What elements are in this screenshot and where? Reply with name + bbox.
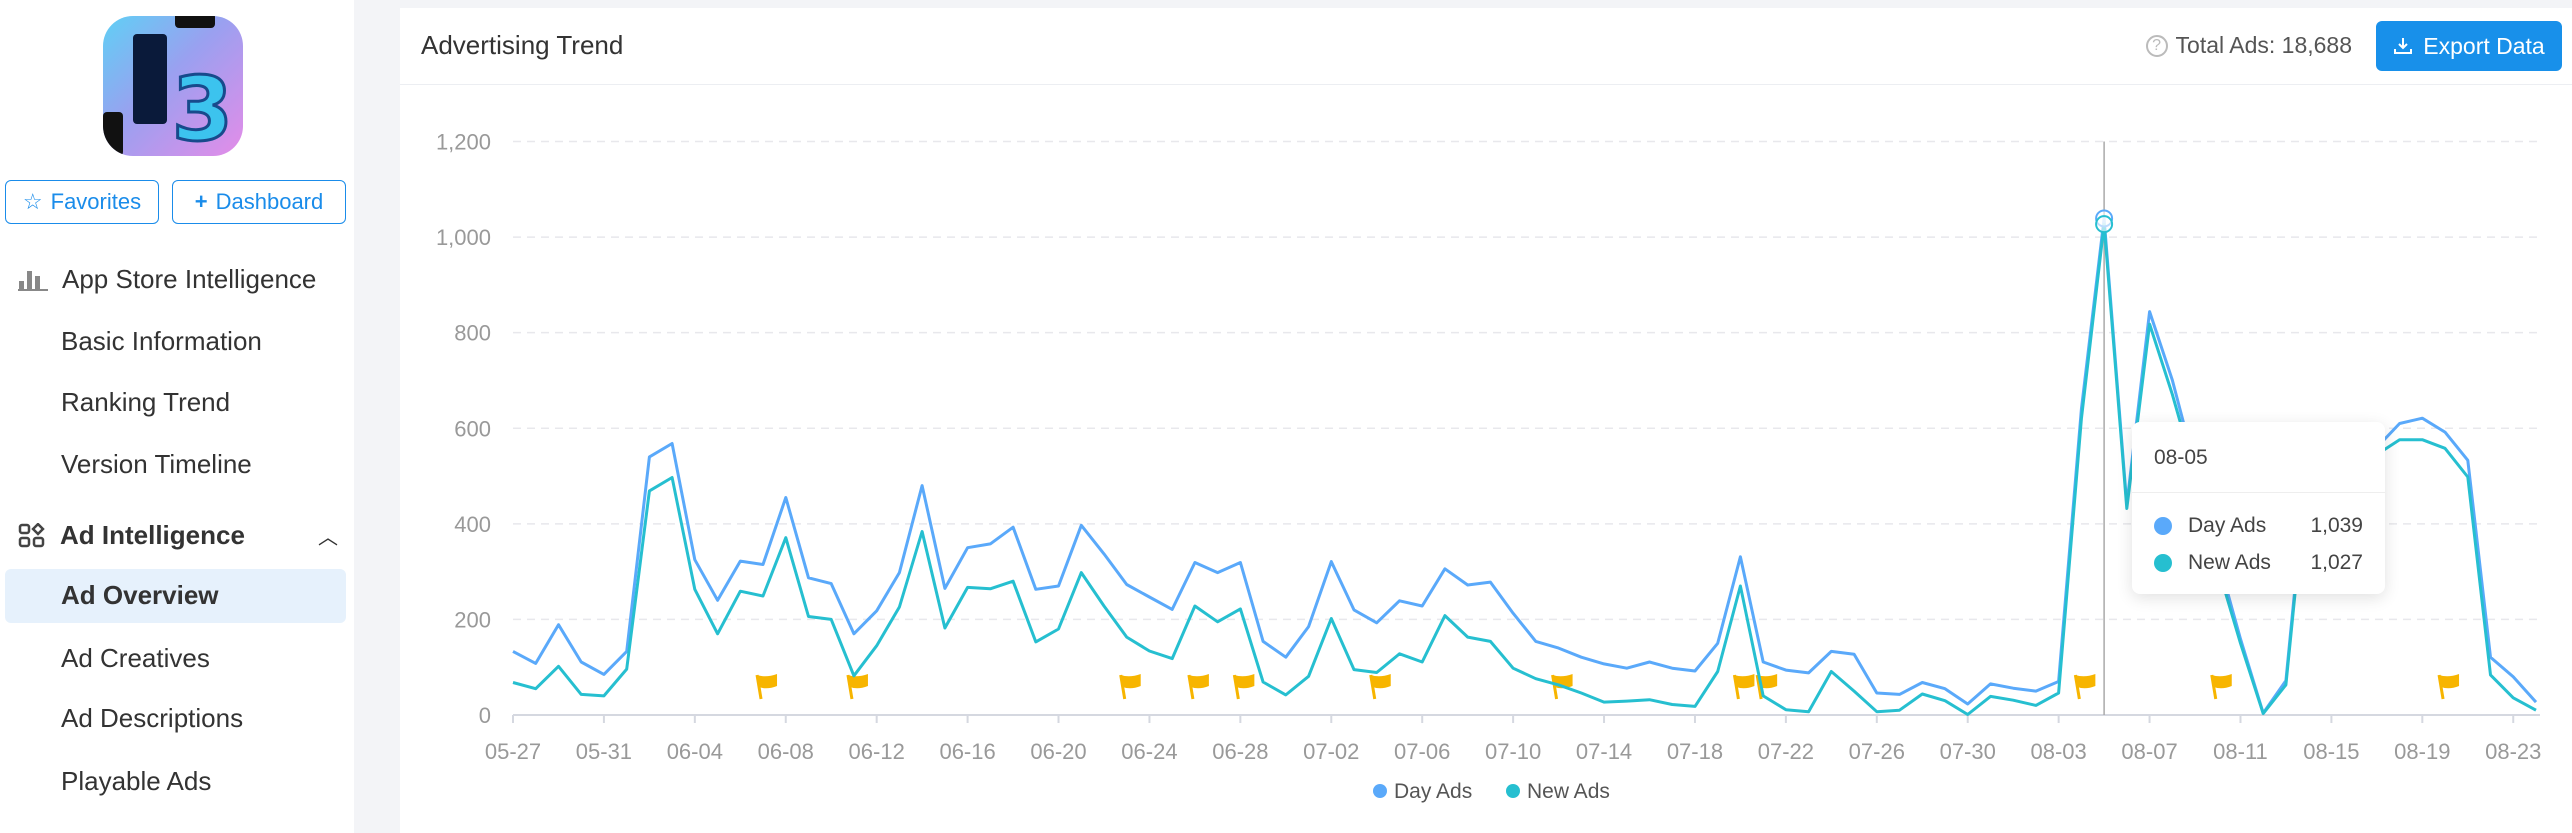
x-tick-label: 08-23 [2485,739,2541,764]
x-tick-label: 07-18 [1667,739,1723,764]
sidebar-item-version-timeline[interactable]: Version Timeline [61,449,252,480]
menu-section-ad-intelligence[interactable]: Ad Intelligence ︿ [18,520,338,551]
tooltip-row-day-ads: Day Ads 1,039 [2154,514,2363,538]
event-flag-icon [1232,674,1255,700]
total-ads-label: Total Ads: 18,688 [2175,32,2352,58]
legend-item[interactable]: New Ads [1506,780,1610,803]
x-tick-label: 06-12 [849,739,905,764]
event-flag-icon [1119,674,1141,700]
data-point-highlight [2095,215,2114,234]
flag-cloth [1188,674,1209,689]
y-tick-label: 1,200 [436,130,491,155]
flag-cloth [2211,674,2232,689]
x-tick-label: 06-24 [1121,739,1177,764]
favorites-label: Favorites [50,189,142,214]
x-tick-label: 07-26 [1849,739,1905,764]
dashboard-label: Dashboard [215,189,324,214]
card-header: Advertising Trend ? Total Ads: 18,688 Ex… [400,8,2572,85]
x-tick-label: 07-02 [1303,739,1359,764]
tooltip-series-value: 1,027 [2310,551,2363,574]
x-tick-label: 06-04 [667,739,723,764]
add-dashboard-button[interactable]: + Dashboard [172,180,346,224]
bar-chart-icon [18,270,48,291]
apps-grid-icon [18,522,45,547]
flag-cloth [1234,674,1255,689]
flag-cloth [757,674,778,689]
flag-cloth [2075,674,2096,689]
flag-cloth [2439,674,2460,689]
flag-cloth [1120,674,1141,689]
tooltip-series-name: Day Ads [2188,514,2267,537]
sidebar-item-ad-creatives[interactable]: Ad Creatives [61,643,210,674]
tooltip-series-value: 1,039 [2310,514,2363,537]
x-tick-label: 08-11 [2213,739,2268,764]
flag-cloth [1734,674,1755,689]
y-tick-label: 400 [454,512,491,537]
event-flag-icon [1187,674,1209,700]
event-flag-icon [755,674,778,700]
sidebar-item-ad-descriptions[interactable]: Ad Descriptions [61,703,243,734]
sidebar-item-basic-information[interactable]: Basic Information [61,326,262,357]
x-tick-label: 07-10 [1485,739,1541,764]
legend-label: Day Ads [1394,780,1472,803]
x-tick-label: 08-03 [2030,739,2086,764]
x-tick-label: 06-08 [758,739,814,764]
x-tick-label: 06-16 [939,739,995,764]
chevron-up-icon[interactable]: ︿ [318,521,338,550]
x-tick-label: 08-07 [2121,739,2177,764]
download-icon [2394,38,2413,54]
app-icon: 3 [103,16,243,156]
event-flag-icon [2210,674,2232,700]
x-tick-label: 06-20 [1030,739,1086,764]
new-ads-dot-icon [2154,554,2172,572]
tooltip-divider [2132,492,2385,493]
y-tick-label: 1,000 [436,225,491,250]
tooltip-series-name: New Ads [2188,551,2271,574]
y-tick-label: 200 [454,607,491,632]
event-flag-icon [2073,674,2096,700]
app-icon-logo-text: 3 [170,57,234,157]
x-tick-label: 05-27 [485,739,541,764]
y-tick-label: 0 [479,703,491,728]
event-flag-icon [2437,674,2460,700]
x-tick-label: 06-28 [1212,739,1268,764]
tooltip-date: 08-05 [2154,446,2208,469]
export-data-button[interactable]: Export Data [2376,21,2562,71]
total-ads: ? Total Ads: 18,688 [2145,32,2352,59]
x-tick-label: 07-06 [1394,739,1450,764]
x-tick-label: 07-22 [1758,739,1814,764]
event-flag-icon [1369,674,1391,700]
event-flag-icon [1732,674,1755,700]
plus-icon: + [194,189,208,214]
sidebar: 3 ☆ Favorites + Dashboard App Store Inte… [0,0,354,833]
sidebar-item-ranking-trend[interactable]: Ranking Trend [61,387,230,418]
legend-dot-icon [1506,784,1520,798]
help-icon[interactable]: ? [2145,34,2168,57]
flag-cloth [847,674,868,689]
legend-dot-icon [1373,784,1387,798]
event-flag-icon [846,674,868,700]
sidebar-item-playable-ads[interactable]: Playable Ads [61,766,211,797]
card-title: Advertising Trend [421,30,624,60]
flag-cloth [1370,674,1391,689]
x-tick-label: 05-31 [576,739,632,764]
x-tick-label: 07-30 [1940,739,1996,764]
x-tick-label: 08-19 [2394,739,2450,764]
menu-section-app-store-intelligence[interactable]: App Store Intelligence [18,264,316,295]
x-tick-label: 08-15 [2303,739,2359,764]
y-tick-label: 600 [454,416,491,441]
chart-tooltip: 08-05 Day Ads 1,039 New Ads 1,027 [2132,422,2385,594]
section-title: App Store Intelligence [62,264,317,294]
legend-item[interactable]: Day Ads [1373,780,1472,803]
y-tick-label: 800 [454,321,491,346]
sidebar-item-ad-overview[interactable]: Ad Overview [61,580,219,611]
day-ads-dot-icon [2154,517,2172,535]
section-title: Ad Intelligence [60,520,245,550]
export-data-label: Export Data [2423,32,2545,59]
favorites-button[interactable]: ☆ Favorites [5,180,159,224]
star-icon: ☆ [22,189,43,214]
tooltip-row-new-ads: New Ads 1,027 [2154,551,2363,575]
legend-label: New Ads [1527,780,1610,803]
x-tick-label: 07-14 [1576,739,1632,764]
